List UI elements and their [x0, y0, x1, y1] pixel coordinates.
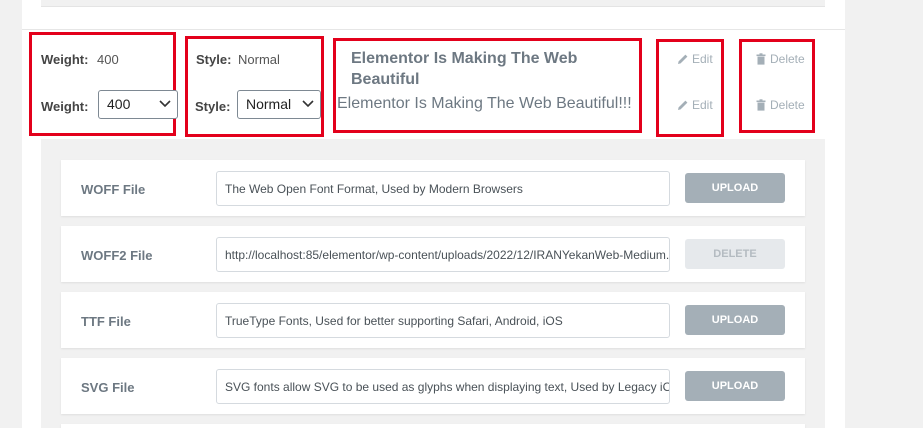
edit-button[interactable]: Edit [677, 52, 713, 66]
file-label: WOFF2 File [81, 248, 153, 263]
section-divider [22, 29, 845, 30]
chevron-down-icon [302, 100, 314, 108]
file-url-input[interactable]: The Web Open Font Format, Used by Modern… [216, 171, 670, 206]
weight-summary-value: 400 [97, 52, 119, 67]
delete-button-label: Delete [770, 52, 805, 66]
pencil-icon [678, 54, 688, 64]
file-row-partial [61, 424, 805, 428]
weight-edit-label: Weight: [41, 99, 89, 114]
pencil-icon [678, 100, 688, 110]
delete-button[interactable]: Delete [755, 52, 805, 66]
edit-button[interactable]: Edit [677, 98, 713, 112]
weight-select[interactable]: 400 [98, 90, 178, 119]
style-select-value: Normal [246, 96, 292, 112]
file-url-input[interactable]: TrueType Fonts, Used for better supporti… [216, 303, 670, 338]
edit-button-label: Edit [692, 52, 713, 66]
chevron-down-icon [159, 100, 171, 108]
style-summary-label: Style: [196, 52, 232, 67]
highlight-weight [29, 32, 176, 136]
upload-button[interactable]: UPLOAD [685, 305, 785, 335]
trash-icon [756, 99, 766, 111]
file-url-input[interactable]: http://localhost:85/elementor/wp-content… [216, 237, 670, 272]
edit-button-label: Edit [692, 98, 713, 112]
file-row-woff: WOFF File The Web Open Font Format, Used… [61, 160, 805, 216]
file-row-svg: SVG File SVG fonts allow SVG to be used … [61, 358, 805, 414]
delete-button-label: Delete [770, 98, 805, 112]
weight-select-value: 400 [107, 96, 131, 112]
previous-section-edge [41, 0, 825, 7]
style-edit-label: Style: [195, 99, 231, 114]
file-label: TTF File [81, 314, 131, 329]
file-row-ttf: TTF File TrueType Fonts, Used for better… [61, 292, 805, 348]
delete-button[interactable]: Delete [755, 98, 805, 112]
delete-file-button[interactable]: DELETE [685, 239, 785, 269]
style-summary-value: Normal [238, 52, 280, 67]
file-row-woff2: WOFF2 File http://localhost:85/elementor… [61, 226, 805, 282]
upload-button[interactable]: UPLOAD [685, 371, 785, 401]
trash-icon [756, 53, 766, 65]
upload-button[interactable]: UPLOAD [685, 173, 785, 203]
preview-title: Elementor Is Making The Web Beautiful [351, 50, 578, 88]
style-select[interactable]: Normal [237, 90, 321, 119]
file-label: SVG File [81, 380, 135, 395]
file-url-input[interactable]: SVG fonts allow SVG to be used as glyphs… [216, 369, 670, 404]
preview-text: Elementor Is Making The Web Beautiful!!! [337, 95, 632, 112]
file-label: WOFF File [81, 182, 146, 197]
weight-summary-label: Weight: [41, 52, 89, 67]
